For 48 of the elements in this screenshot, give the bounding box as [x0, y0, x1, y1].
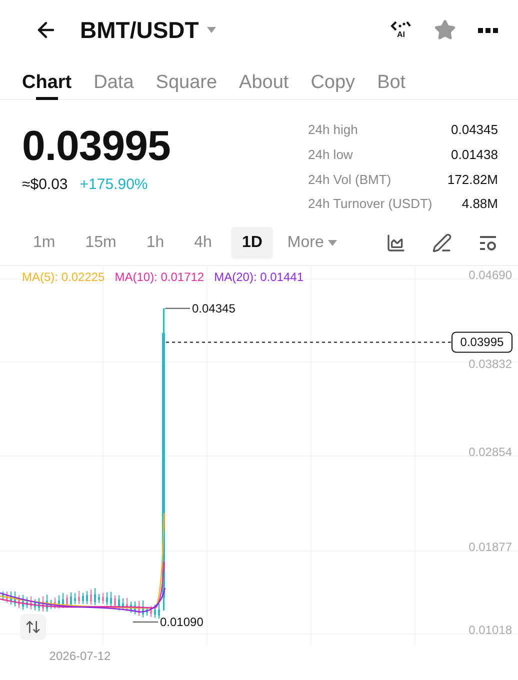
stat-label: 24h Turnover (USDT) — [308, 196, 433, 214]
more-menu-button[interactable] — [478, 28, 498, 32]
stat-value: 4.88M — [460, 196, 498, 214]
moving-average-label: MA(20): 0.01441 — [214, 270, 304, 284]
tab[interactable]: Data — [94, 54, 134, 100]
date-label: 2026-07-12 — [49, 649, 111, 663]
fiat-price: ≈$0.03 — [22, 176, 68, 193]
draw-pencil-icon[interactable] — [432, 232, 452, 252]
stat-value: 0.01438 — [450, 146, 498, 164]
stat-label: 24h high — [308, 122, 359, 139]
y-axis-label: 0.03832 — [468, 357, 512, 371]
moving-average-label: MA(10): 0.01712 — [114, 270, 204, 284]
caret-icon — [206, 27, 216, 33]
interval-tab[interactable]: 4h — [183, 226, 223, 258]
y-axis-label: 0.02854 — [468, 445, 512, 459]
ai-button[interactable]: AI — [390, 21, 412, 39]
last-price-tag — [452, 332, 512, 353]
interval-tab[interactable]: 1h — [135, 226, 176, 258]
tab[interactable]: Copy — [310, 54, 356, 100]
tab[interactable]: About — [239, 54, 289, 100]
y-axis-label: 0.01877 — [468, 540, 512, 554]
interval-tab[interactable]: 1m — [22, 226, 66, 258]
interval-tab[interactable]: 15m — [74, 226, 128, 258]
stat-value: 0.04345 — [450, 122, 498, 139]
pair-title[interactable]: BMT/USDT — [80, 16, 199, 44]
high-marker: 0.04345 — [192, 301, 236, 316]
moving-average-label: MA(5): 0.02225 — [22, 270, 105, 284]
stat-value: 172.82M — [446, 172, 498, 188]
favorite-star-button[interactable] — [434, 19, 456, 41]
chart-type-icon[interactable] — [386, 232, 406, 252]
up-down-arrows-icon — [25, 619, 41, 635]
y-axis-label: 0.01018 — [468, 623, 512, 637]
y-axis-label: 0.04690 — [468, 268, 512, 282]
caret-icon — [328, 240, 337, 246]
leader-line — [164, 308, 190, 309]
interval-tab[interactable]: 1D — [230, 226, 274, 258]
price-change: +175.90% — [80, 176, 148, 193]
last-price: 0.03995 — [22, 122, 170, 170]
last-price-label: 0.03995 — [460, 335, 504, 350]
more-intervals-button[interactable]: More — [281, 232, 378, 252]
expand-button[interactable] — [20, 614, 46, 640]
tab[interactable]: Chart — [22, 54, 72, 100]
stat-label: 24h low — [308, 146, 354, 164]
tab[interactable]: Bot — [377, 54, 406, 100]
low-marker: 0.01090 — [160, 615, 204, 629]
stat-label: 24h Vol (BMT) — [308, 172, 392, 189]
tab[interactable]: Square — [156, 54, 218, 100]
more-icon — [478, 28, 498, 32]
